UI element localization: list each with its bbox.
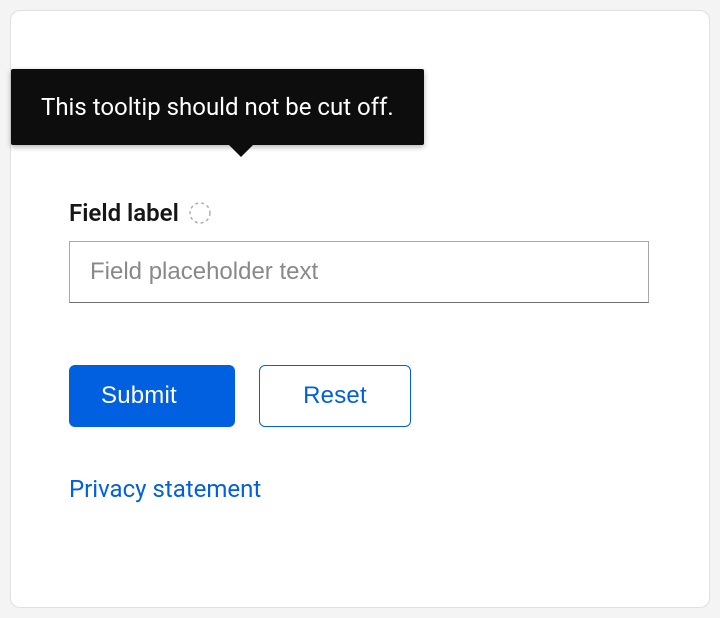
field-label: Field label: [69, 199, 179, 227]
form-card: This tooltip should not be cut off. Fiel…: [10, 10, 710, 608]
reset-button[interactable]: Reset: [259, 365, 411, 427]
text-input[interactable]: [69, 241, 649, 303]
tooltip-text: This tooltip should not be cut off.: [41, 93, 394, 121]
submit-button[interactable]: Submit: [69, 365, 235, 427]
help-icon[interactable]: [189, 202, 211, 224]
field-label-row: Field label: [69, 199, 709, 227]
privacy-link[interactable]: Privacy statement: [69, 475, 261, 503]
button-row: Submit Reset: [69, 365, 709, 427]
tooltip: This tooltip should not be cut off.: [11, 69, 424, 145]
